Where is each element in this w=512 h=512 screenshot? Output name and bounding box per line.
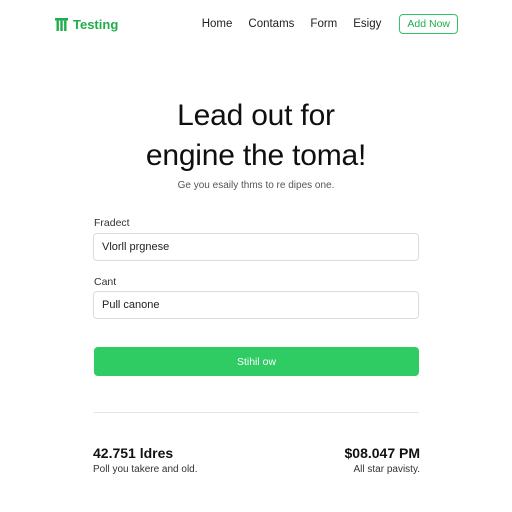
stat-value-right: $08.047 PM — [344, 445, 421, 461]
nav-item-contams[interactable]: Contams — [248, 18, 294, 30]
nav-item-home[interactable]: Home — [202, 18, 233, 30]
add-now-button[interactable]: Add Now — [399, 14, 458, 34]
brand-logo-icon — [55, 17, 68, 31]
hero-title-line-2: engine the toma! — [145, 139, 367, 172]
fradect-input[interactable] — [93, 233, 419, 261]
stat-caption-left: Poll you takere and old. — [93, 464, 198, 475]
divider — [94, 412, 419, 413]
cant-input[interactable] — [93, 291, 419, 319]
brand-name: Testing — [73, 16, 119, 32]
field-label-fradect: Fradect — [94, 217, 130, 229]
nav-item-form[interactable]: Form — [310, 18, 337, 30]
nav-item-esigy[interactable]: Esigy — [353, 18, 381, 30]
nav-menu: Home Contams Form Esigy — [202, 18, 382, 30]
field-label-cant: Cant — [94, 276, 117, 288]
hero-title: Lead out for engine the toma! — [0, 96, 512, 176]
hero-title-line-1: Lead out for — [177, 99, 335, 132]
brand-link[interactable]: Testing — [55, 17, 118, 32]
stat-value-left: 42.751 ldres — [93, 445, 174, 461]
page: Testing Home Contams Form Esigy Add Now … — [0, 0, 512, 512]
submit-button[interactable]: Stihil ow — [94, 347, 419, 376]
stat-caption-right: All star pavisty. — [353, 464, 421, 475]
hero-subtitle: Ge you esaily thms to re dipes one. — [177, 180, 335, 191]
top-nav-bar: Testing Home Contams Form Esigy Add Now — [55, 13, 458, 35]
